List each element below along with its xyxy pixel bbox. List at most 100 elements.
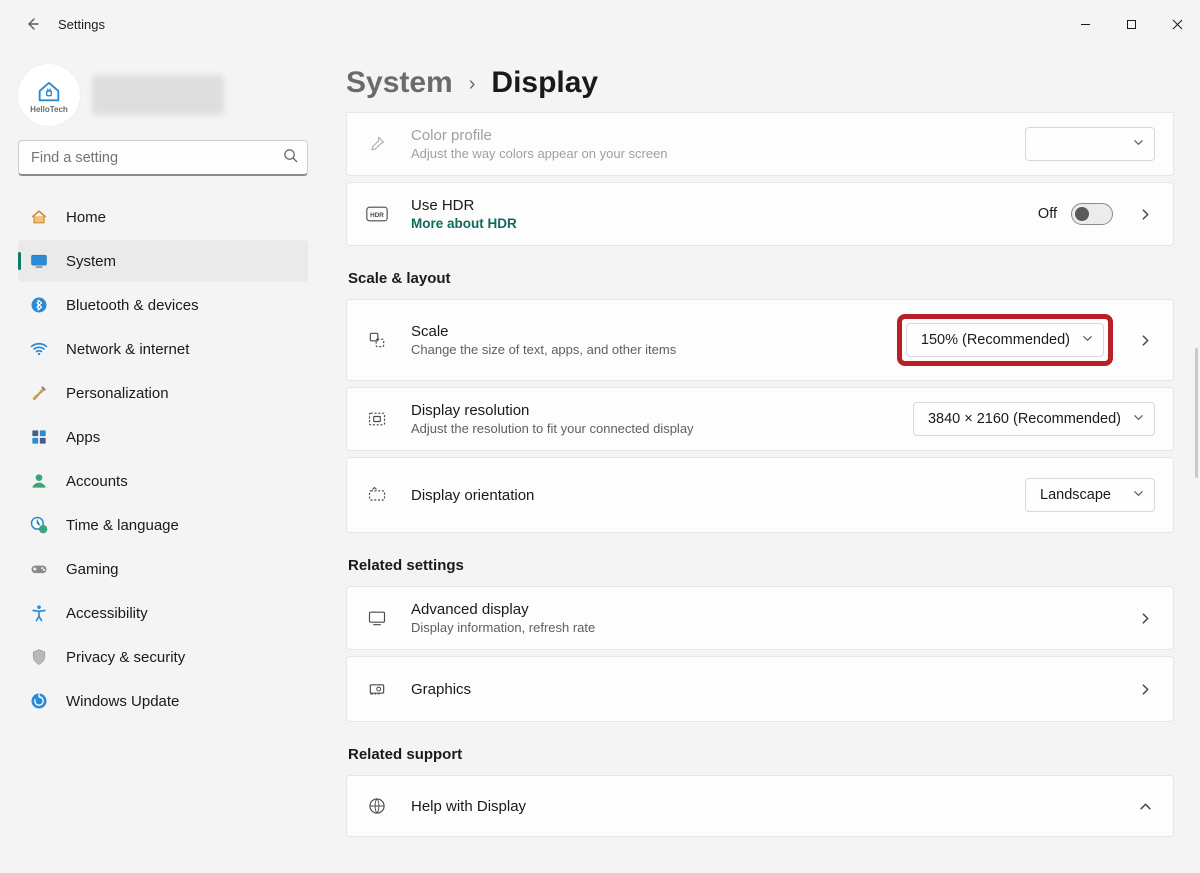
sidebar-item-accounts[interactable]: Accounts	[18, 460, 308, 502]
sidebar-item-personalization[interactable]: Personalization	[18, 372, 308, 414]
sidebar-item-privacy[interactable]: Privacy & security	[18, 636, 308, 678]
sidebar-item-label: Home	[66, 209, 106, 226]
card-help-display[interactable]: Help with Display	[346, 775, 1174, 837]
gpu-icon	[365, 679, 389, 699]
gamepad-icon	[28, 558, 50, 580]
monitor-icon	[365, 608, 389, 628]
titlebar: Settings	[0, 0, 1200, 48]
shield-icon	[28, 646, 50, 668]
toggle-label: Off	[1038, 206, 1057, 222]
arrow-left-icon	[24, 16, 40, 32]
card-subtitle: Adjust the way colors appear on your scr…	[411, 146, 1003, 161]
card-graphics[interactable]: Graphics	[346, 656, 1174, 722]
account-name-redacted	[92, 75, 224, 115]
sidebar-item-label: Windows Update	[66, 693, 179, 710]
sidebar-item-label: System	[66, 253, 116, 270]
hdr-toggle[interactable]	[1071, 203, 1113, 225]
scrollbar[interactable]	[1195, 348, 1198, 478]
card-resolution[interactable]: Display resolution Adjust the resolution…	[346, 387, 1174, 451]
eyedropper-icon	[365, 134, 389, 154]
chevron-right-icon: ›	[469, 73, 476, 96]
chevron-up-icon[interactable]	[1135, 800, 1155, 813]
sidebar: HelloTech Home System Bluetooth & device…	[0, 48, 322, 873]
search-input[interactable]	[18, 140, 308, 176]
apps-icon	[28, 426, 50, 448]
card-title: Scale	[411, 323, 875, 340]
sidebar-item-label: Time & language	[66, 517, 179, 534]
resolution-dropdown[interactable]: 3840 × 2160 (Recommended)	[913, 402, 1155, 436]
orientation-icon	[365, 485, 389, 505]
card-subtitle: Change the size of text, apps, and other…	[411, 342, 875, 357]
sidebar-item-gaming[interactable]: Gaming	[18, 548, 308, 590]
window-title: Settings	[58, 17, 105, 32]
chevron-right-icon[interactable]	[1135, 334, 1155, 347]
close-button[interactable]	[1154, 8, 1200, 40]
sidebar-item-label: Network & internet	[66, 341, 189, 358]
breadcrumb-parent[interactable]: System	[346, 66, 453, 100]
hdr-more-link[interactable]: More about HDR	[411, 216, 1016, 231]
hdr-toggle-group: Off	[1038, 203, 1113, 225]
card-title: Display orientation	[411, 487, 1003, 504]
scale-icon	[365, 330, 389, 350]
minimize-button[interactable]	[1062, 8, 1108, 40]
section-related-settings: Related settings	[348, 557, 1174, 574]
scale-dropdown[interactable]: 150% (Recommended)	[906, 323, 1104, 357]
orientation-dropdown[interactable]: Landscape	[1025, 478, 1155, 512]
chevron-right-icon[interactable]	[1135, 208, 1155, 221]
back-button[interactable]	[20, 12, 44, 36]
card-hdr[interactable]: HDR Use HDR More about HDR Off	[346, 182, 1174, 246]
section-scale-layout: Scale & layout	[348, 270, 1174, 287]
dropdown-value: 150% (Recommended)	[921, 332, 1070, 348]
bluetooth-icon	[28, 294, 50, 316]
search-icon	[283, 148, 298, 168]
sidebar-item-network[interactable]: Network & internet	[18, 328, 308, 370]
sidebar-item-label: Gaming	[66, 561, 119, 578]
globe-help-icon	[365, 796, 389, 816]
sidebar-item-accessibility[interactable]: Accessibility	[18, 592, 308, 634]
chevron-down-icon	[1133, 487, 1144, 503]
breadcrumb: System › Display	[346, 66, 1174, 100]
resolution-icon	[365, 409, 389, 429]
chevron-right-icon[interactable]	[1135, 612, 1155, 625]
card-scale[interactable]: Scale Change the size of text, apps, and…	[346, 299, 1174, 381]
chevron-right-icon[interactable]	[1135, 683, 1155, 696]
system-icon	[28, 250, 50, 272]
house-plug-icon	[35, 77, 63, 105]
card-subtitle: Display information, refresh rate	[411, 620, 1113, 635]
sidebar-item-home[interactable]: Home	[18, 196, 308, 238]
annotation-highlight: 150% (Recommended)	[897, 314, 1113, 366]
card-subtitle: Adjust the resolution to fit your connec…	[411, 421, 891, 436]
maximize-button[interactable]	[1108, 8, 1154, 40]
account-block[interactable]: HelloTech	[18, 64, 308, 126]
wifi-icon	[28, 338, 50, 360]
dropdown-value: Landscape	[1040, 487, 1111, 503]
color-profile-dropdown[interactable]	[1025, 127, 1155, 161]
card-color-profile[interactable]: Color profile Adjust the way colors appe…	[346, 112, 1174, 176]
main-content: System › Display Color profile Adjust th…	[322, 48, 1200, 873]
clock-globe-icon	[28, 514, 50, 536]
person-icon	[28, 470, 50, 492]
sidebar-item-time-language[interactable]: Time & language	[18, 504, 308, 546]
chevron-down-icon	[1133, 411, 1144, 427]
dropdown-value: 3840 × 2160 (Recommended)	[928, 411, 1121, 427]
sidebar-item-bluetooth[interactable]: Bluetooth & devices	[18, 284, 308, 326]
card-advanced-display[interactable]: Advanced display Display information, re…	[346, 586, 1174, 650]
card-title: Color profile	[411, 127, 1003, 144]
card-title: Advanced display	[411, 601, 1113, 618]
chevron-down-icon	[1082, 332, 1093, 348]
accessibility-icon	[28, 602, 50, 624]
maximize-icon	[1126, 19, 1137, 30]
close-icon	[1172, 19, 1183, 30]
sidebar-item-label: Personalization	[66, 385, 169, 402]
card-title: Graphics	[411, 681, 1113, 698]
sidebar-item-apps[interactable]: Apps	[18, 416, 308, 458]
avatar: HelloTech	[18, 64, 80, 126]
sidebar-item-windows-update[interactable]: Windows Update	[18, 680, 308, 722]
card-orientation[interactable]: Display orientation Landscape	[346, 457, 1174, 533]
sidebar-item-label: Privacy & security	[66, 649, 185, 666]
update-icon	[28, 690, 50, 712]
paintbrush-icon	[28, 382, 50, 404]
minimize-icon	[1080, 19, 1091, 30]
search-field-wrap	[18, 140, 308, 176]
sidebar-item-system[interactable]: System	[18, 240, 308, 282]
